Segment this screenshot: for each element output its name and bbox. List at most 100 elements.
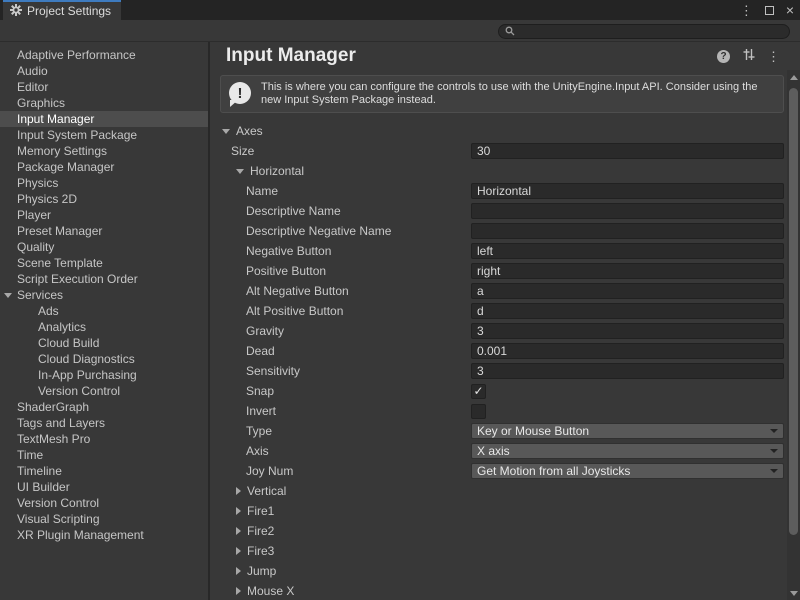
joy-num-dropdown[interactable]: Get Motion from all Joysticks	[471, 463, 784, 479]
presets-icon[interactable]	[742, 48, 755, 64]
sidebar-item-memory-settings[interactable]: Memory Settings	[0, 143, 208, 159]
sidebar-item-textmesh-pro[interactable]: TextMesh Pro	[0, 431, 208, 447]
invert-checkbox[interactable]	[471, 404, 486, 419]
size-input[interactable]	[471, 143, 784, 159]
snap-checkbox[interactable]: ✓	[471, 384, 486, 399]
type-dropdown[interactable]: Key or Mouse Button	[471, 423, 784, 439]
field-label: Gravity	[210, 324, 284, 338]
row-negative-button: Negative Button	[210, 241, 800, 261]
sidebar-item-ui-builder[interactable]: UI Builder	[0, 479, 208, 495]
negative-button-input[interactable]	[471, 243, 784, 259]
foldout-closed-icon[interactable]	[236, 507, 241, 515]
row-alt-negative-button: Alt Negative Button	[210, 281, 800, 301]
sidebar-item-audio[interactable]: Audio	[0, 63, 208, 79]
sidebar-item-package-manager[interactable]: Package Manager	[0, 159, 208, 175]
sidebar-item-services-ads[interactable]: Ads	[0, 303, 208, 319]
foldout-closed-icon[interactable]	[236, 487, 241, 495]
sensitivity-input[interactable]	[471, 363, 784, 379]
foldout-label: Fire1	[247, 504, 274, 518]
field-label: Axis	[210, 444, 269, 458]
row-mouse-x-foldout[interactable]: Mouse X	[210, 581, 800, 600]
gear-icon	[10, 4, 22, 19]
tab-label: Project Settings	[27, 4, 111, 18]
row-fire1-foldout[interactable]: Fire1	[210, 501, 800, 521]
scrollbar-thumb[interactable]	[789, 88, 798, 535]
dead-input[interactable]	[471, 343, 784, 359]
axis-dropdown[interactable]: X axis	[471, 443, 784, 459]
scroll-up-icon[interactable]	[787, 70, 800, 84]
sidebar-item-timeline[interactable]: Timeline	[0, 463, 208, 479]
sidebar-item-visual-scripting[interactable]: Visual Scripting	[0, 511, 208, 527]
window-controls: ⋮ ×	[740, 0, 794, 20]
sidebar-item-services[interactable]: Services	[0, 287, 208, 303]
sidebar-item-quality[interactable]: Quality	[0, 239, 208, 255]
sidebar-item-services-cloud-diagnostics[interactable]: Cloud Diagnostics	[0, 351, 208, 367]
sidebar-item-label: Services	[17, 288, 63, 302]
sidebar-item-version-control[interactable]: Version Control	[0, 495, 208, 511]
sidebar-item-editor[interactable]: Editor	[0, 79, 208, 95]
sidebar-item-shadergraph[interactable]: ShaderGraph	[0, 399, 208, 415]
sidebar-item-physics-2d[interactable]: Physics 2D	[0, 191, 208, 207]
foldout-open-icon[interactable]	[222, 129, 230, 134]
alt-positive-button-input[interactable]	[471, 303, 784, 319]
foldout-closed-icon[interactable]	[236, 547, 241, 555]
foldout-closed-icon[interactable]	[236, 527, 241, 535]
sidebar-item-services-analytics[interactable]: Analytics	[0, 319, 208, 335]
row-descriptive-negative-name: Descriptive Negative Name	[210, 221, 800, 241]
foldout-closed-icon[interactable]	[236, 587, 241, 595]
row-horizontal-foldout[interactable]: Horizontal	[210, 161, 800, 181]
search-box[interactable]	[498, 24, 790, 39]
sidebar-item-xr-plugin-management[interactable]: XR Plugin Management	[0, 527, 208, 543]
sidebar-item-preset-manager[interactable]: Preset Manager	[0, 223, 208, 239]
row-vertical-foldout[interactable]: Vertical	[210, 481, 800, 501]
row-fire2-foldout[interactable]: Fire2	[210, 521, 800, 541]
alt-negative-button-input[interactable]	[471, 283, 784, 299]
foldout-open-icon[interactable]	[236, 169, 244, 174]
maximize-icon[interactable]	[765, 6, 774, 15]
window-menu-icon[interactable]: ⋮	[740, 4, 753, 17]
row-fire3-foldout[interactable]: Fire3	[210, 541, 800, 561]
scroll-down-icon[interactable]	[787, 586, 800, 600]
foldout-label: Mouse X	[247, 584, 294, 598]
close-icon[interactable]: ×	[786, 3, 794, 17]
sidebar-item-services-version-control[interactable]: Version Control	[0, 383, 208, 399]
sidebar-item-player[interactable]: Player	[0, 207, 208, 223]
name-input[interactable]	[471, 183, 784, 199]
descriptive-negative-name-input[interactable]	[471, 223, 784, 239]
field-label: Positive Button	[210, 264, 326, 278]
input-manager-panel: Input Manager ? ⋮ ! This is where you ca…	[210, 42, 800, 600]
sidebar-item-time[interactable]: Time	[0, 447, 208, 463]
positive-button-input[interactable]	[471, 263, 784, 279]
sidebar-item-services-in-app-purchasing[interactable]: In-App Purchasing	[0, 367, 208, 383]
field-label: Snap	[210, 384, 274, 398]
settings-sidebar: Adaptive Performance Audio Editor Graphi…	[0, 42, 210, 600]
sidebar-item-tags-and-layers[interactable]: Tags and Layers	[0, 415, 208, 431]
project-settings-window: { "window": { "tab_label": "Project Sett…	[0, 0, 800, 600]
field-label: Size	[210, 144, 254, 158]
search-input[interactable]	[519, 26, 783, 38]
panel-menu-icon[interactable]: ⋮	[767, 50, 780, 63]
info-alert-icon: !	[229, 82, 251, 104]
sidebar-item-scene-template[interactable]: Scene Template	[0, 255, 208, 271]
row-jump-foldout[interactable]: Jump	[210, 561, 800, 581]
foldout-label: Fire2	[247, 524, 274, 538]
vertical-scrollbar[interactable]	[787, 70, 800, 600]
sidebar-item-services-cloud-build[interactable]: Cloud Build	[0, 335, 208, 351]
field-label: Alt Negative Button	[210, 284, 349, 298]
gravity-input[interactable]	[471, 323, 784, 339]
row-axes-foldout[interactable]: Axes	[210, 121, 800, 141]
sidebar-item-graphics[interactable]: Graphics	[0, 95, 208, 111]
foldout-open-icon[interactable]	[4, 293, 12, 298]
sidebar-item-input-manager[interactable]: Input Manager	[0, 111, 208, 127]
help-icon[interactable]: ?	[717, 50, 730, 63]
foldout-closed-icon[interactable]	[236, 567, 241, 575]
sidebar-item-adaptive-performance[interactable]: Adaptive Performance	[0, 47, 208, 63]
sidebar-item-script-execution-order[interactable]: Script Execution Order	[0, 271, 208, 287]
descriptive-name-input[interactable]	[471, 203, 784, 219]
chevron-down-icon	[770, 449, 778, 453]
tab-project-settings[interactable]: Project Settings	[3, 0, 121, 20]
sidebar-item-physics[interactable]: Physics	[0, 175, 208, 191]
panel-header: Input Manager ? ⋮	[210, 42, 800, 70]
axes-property-list: Axes Size Horizontal Name Descriptive Na…	[210, 121, 800, 600]
sidebar-item-input-system-package[interactable]: Input System Package	[0, 127, 208, 143]
